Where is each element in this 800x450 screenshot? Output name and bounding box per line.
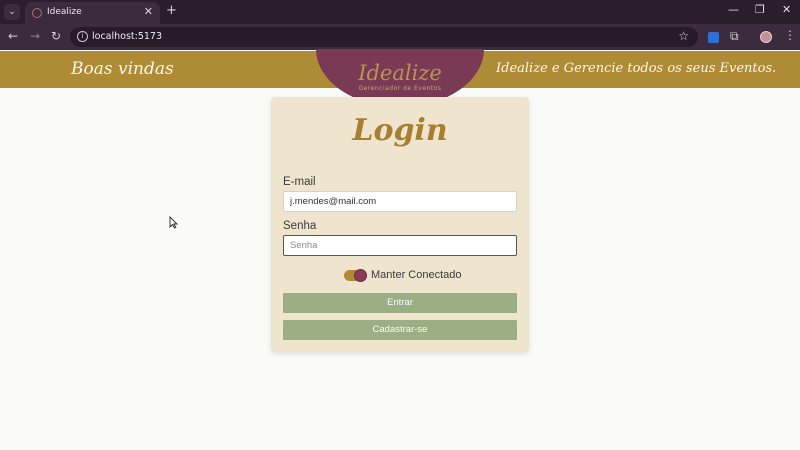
email-field[interactable] xyxy=(283,191,517,212)
star-icon[interactable]: ☆ xyxy=(678,29,689,43)
minimize-button[interactable]: — xyxy=(728,3,739,16)
url-text[interactable]: localhost:5173 xyxy=(92,31,162,42)
toggle-knob xyxy=(354,269,367,282)
mouse-cursor-icon xyxy=(169,216,178,229)
remember-toggle[interactable] xyxy=(344,269,367,282)
logo-name: Idealize xyxy=(358,61,442,85)
back-icon[interactable]: ← xyxy=(8,29,18,43)
remember-label: Manter Conectado xyxy=(371,269,462,281)
browser-tab-bar: ⌄ Idealize ✕ + — ❐ ✕ xyxy=(0,0,800,24)
tab-close-icon[interactable]: ✕ xyxy=(144,5,153,18)
browser-tab[interactable]: Idealize ✕ xyxy=(25,2,160,24)
tab-search-icon[interactable]: ⌄ xyxy=(4,4,20,20)
close-window-button[interactable]: ✕ xyxy=(782,3,791,16)
tab-title: Idealize xyxy=(47,7,82,17)
password-label: Senha xyxy=(283,220,317,232)
kebab-menu-icon[interactable]: ⋮ xyxy=(784,28,796,42)
welcome-text: Boas vindas xyxy=(71,59,174,79)
tagline-text: Idealize e Gerencie todos os seus Evento… xyxy=(496,61,777,76)
logo-subtitle: Gerenciador de Eventos xyxy=(358,85,442,92)
browser-toolbar: ← → ↻ i localhost:5173 ☆ xyxy=(0,24,800,50)
profile-avatar[interactable] xyxy=(760,31,772,43)
login-button[interactable]: Entrar xyxy=(283,293,517,313)
forward-icon[interactable]: → xyxy=(30,29,40,43)
favicon-icon xyxy=(32,8,42,18)
new-tab-button[interactable]: + xyxy=(166,3,177,18)
register-button[interactable]: Cadastrar-se xyxy=(283,320,517,340)
password-field[interactable] xyxy=(283,235,517,256)
address-bar[interactable]: i localhost:5173 ☆ xyxy=(70,27,698,47)
restore-button[interactable]: ❐ xyxy=(755,3,765,16)
login-card: Login E-mail Senha Manter Conectado Entr… xyxy=(271,97,529,352)
site-info-icon[interactable]: i xyxy=(77,31,88,42)
puzzle-icon[interactable]: ⧉ xyxy=(730,29,739,44)
reload-icon[interactable]: ↻ xyxy=(51,29,61,43)
login-title: Login xyxy=(352,113,448,148)
extension-icon[interactable] xyxy=(708,32,719,43)
email-label: E-mail xyxy=(283,176,316,188)
